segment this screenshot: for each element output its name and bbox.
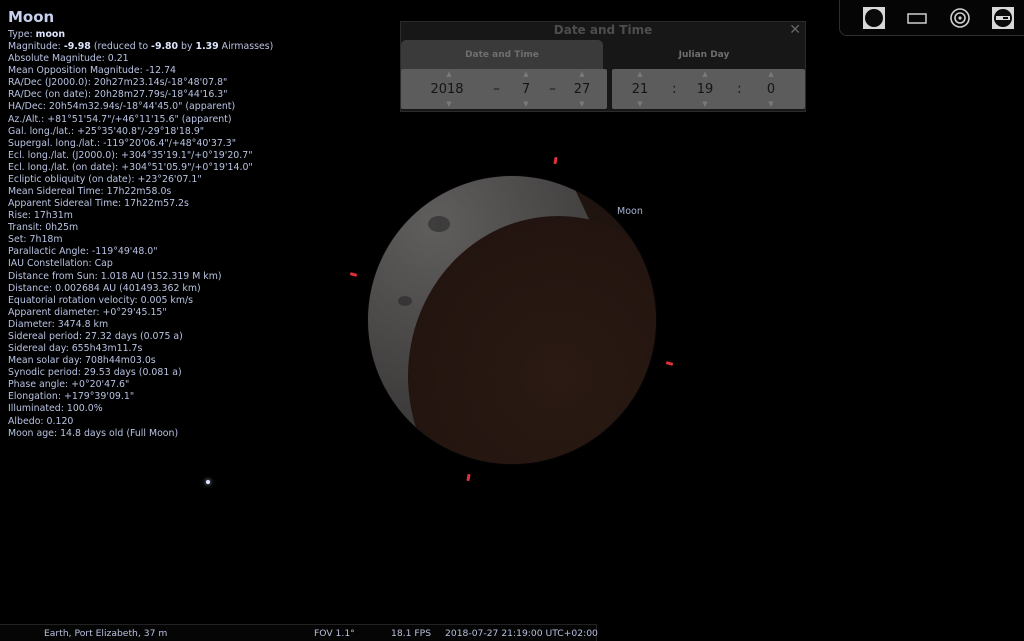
status-bar: Earth, Port Elizabeth, 37 m FOV 1.1° 18.… (0, 624, 597, 641)
object-info-line: RA/Dec (J2000.0): 20h27m23.14s/-18°48'07… (8, 77, 273, 89)
date-time-dialog: Date and Time ✕ Date and Time Julian Day… (400, 21, 806, 112)
month-field[interactable]: 7 (508, 82, 544, 97)
object-info-line: Phase angle: +0°20'47.6" (8, 379, 273, 391)
object-info-line: Distance: 0.002684 AU (401493.362 km) (8, 283, 273, 295)
selection-marker (466, 474, 470, 481)
object-info-line: Transit: 0h25m (8, 222, 273, 234)
tab-date-and-time[interactable]: Date and Time (401, 40, 603, 70)
object-info-line: Ecl. long./lat. (on date): +304°51'05.9"… (8, 162, 273, 174)
year-field[interactable]: 2018 (429, 82, 465, 97)
month-up-icon[interactable]: ▲ (521, 70, 531, 78)
tab-julian-day[interactable]: Julian Day (603, 40, 805, 70)
location-label[interactable]: Earth, Port Elizabeth, 37 m (44, 628, 167, 639)
object-info-line: Diameter: 3474.8 km (8, 319, 273, 331)
moon-crater (428, 216, 450, 232)
object-info-line: Sidereal period: 27.32 days (0.075 a) (8, 331, 273, 343)
day-down-icon[interactable]: ▼ (577, 100, 587, 108)
close-icon[interactable]: ✕ (789, 22, 801, 38)
moon-sky-label[interactable]: Moon (617, 206, 643, 217)
fov-label: FOV 1.1° (314, 628, 355, 639)
time-separator: : (737, 81, 742, 97)
object-info-line: Ecl. long./lat. (J2000.0): +304°35'19.1"… (8, 150, 273, 162)
ocular-target-icon[interactable] (948, 6, 972, 30)
object-info-line: Illuminated: 100.0% (8, 403, 273, 415)
moon-crater (398, 296, 412, 306)
second-up-icon[interactable]: ▲ (766, 70, 776, 78)
dialog-title: Date and Time (401, 23, 805, 37)
object-info-line: HA/Dec: 20h54m32.94s/-18°44'45.0" (appar… (8, 101, 273, 113)
month-down-icon[interactable]: ▼ (521, 100, 531, 108)
object-info-line: RA/Dec (on date): 20h28m27.79s/-18°44'16… (8, 89, 273, 101)
object-info-line: Elongation: +179°39'09.1" (8, 391, 273, 403)
object-info-line: Apparent diameter: +0°29'45.15" (8, 307, 273, 319)
time-spinbox-panel: ▲ 21 ▼ : ▲ 19 ▼ : ▲ 0 ▼ (612, 69, 805, 109)
object-info-line: Moon age: 14.8 days old (Full Moon) (8, 428, 273, 440)
day-up-icon[interactable]: ▲ (577, 70, 587, 78)
full-moon-icon[interactable] (862, 6, 886, 30)
rectangle-frame-icon[interactable] (905, 6, 929, 30)
date-spinbox-panel: ▲ 2018 ▼ – ▲ 7 ▼ – ▲ 27 ▼ (401, 69, 607, 109)
minute-field[interactable]: 19 (687, 82, 723, 97)
minute-down-icon[interactable]: ▼ (700, 100, 710, 108)
date-separator: – (549, 81, 556, 97)
object-info-line: Parallactic Angle: -119°49'48.0" (8, 246, 273, 258)
telescope-sensor-icon[interactable] (991, 6, 1015, 30)
object-info-line: Gal. long./lat.: +25°35'40.8"/-29°18'18.… (8, 126, 273, 138)
hour-down-icon[interactable]: ▼ (635, 100, 645, 108)
year-up-icon[interactable]: ▲ (444, 70, 454, 78)
object-info-line: Distance from Sun: 1.018 AU (152.319 M k… (8, 271, 273, 283)
object-info-line: IAU Constellation: Cap (8, 258, 273, 270)
object-info-line: Rise: 17h31m (8, 210, 273, 222)
object-info-line: Ecliptic obliquity (on date): +23°26'07.… (8, 174, 273, 186)
object-name: Moon (8, 8, 273, 26)
ocular-toolbar (839, 0, 1024, 36)
object-info-line: Apparent Sidereal Time: 17h22m57.2s (8, 198, 273, 210)
datetime-label[interactable]: 2018-07-27 21:19:00 UTC+02:00 (445, 628, 598, 639)
object-info-line: Albedo: 0.120 (8, 416, 273, 428)
minute-up-icon[interactable]: ▲ (700, 70, 710, 78)
selection-marker (553, 157, 557, 164)
object-info-lines: Type: moonMagnitude: -9.98 (reduced to -… (8, 29, 273, 440)
moon-disk[interactable] (368, 176, 656, 464)
selection-marker (666, 361, 674, 366)
object-info-line: Magnitude: -9.98 (reduced to -9.80 by 1.… (8, 41, 273, 53)
object-info-line: Az./Alt.: +81°51'54.7"/+46°11'15.6" (app… (8, 114, 273, 126)
object-info-line: Mean Sidereal Time: 17h22m58.0s (8, 186, 273, 198)
year-down-icon[interactable]: ▼ (444, 100, 454, 108)
object-info-panel: Moon Type: moonMagnitude: -9.98 (reduced… (8, 8, 273, 440)
selection-marker (350, 272, 358, 277)
fps-label: 18.1 FPS (391, 628, 431, 639)
second-down-icon[interactable]: ▼ (766, 100, 776, 108)
second-field[interactable]: 0 (753, 82, 789, 97)
day-field[interactable]: 27 (564, 82, 600, 97)
hour-field[interactable]: 21 (622, 82, 658, 97)
object-info-line: Set: 7h18m (8, 234, 273, 246)
hour-up-icon[interactable]: ▲ (635, 70, 645, 78)
object-info-line: Absolute Magnitude: 0.21 (8, 53, 273, 65)
object-info-line: Sidereal day: 655h43m11.7s (8, 343, 273, 355)
object-info-line: Mean Opposition Magnitude: -12.74 (8, 65, 273, 77)
object-info-line: Type: moon (8, 29, 273, 41)
object-info-line: Equatorial rotation velocity: 0.005 km/s (8, 295, 273, 307)
time-separator: : (672, 81, 677, 97)
object-info-line: Synodic period: 29.53 days (0.081 a) (8, 367, 273, 379)
date-separator: – (493, 81, 500, 97)
object-info-line: Supergal. long./lat.: -119°20'06.4"/+48°… (8, 138, 273, 150)
star[interactable] (206, 480, 210, 484)
object-info-line: Mean solar day: 708h44m03.0s (8, 355, 273, 367)
